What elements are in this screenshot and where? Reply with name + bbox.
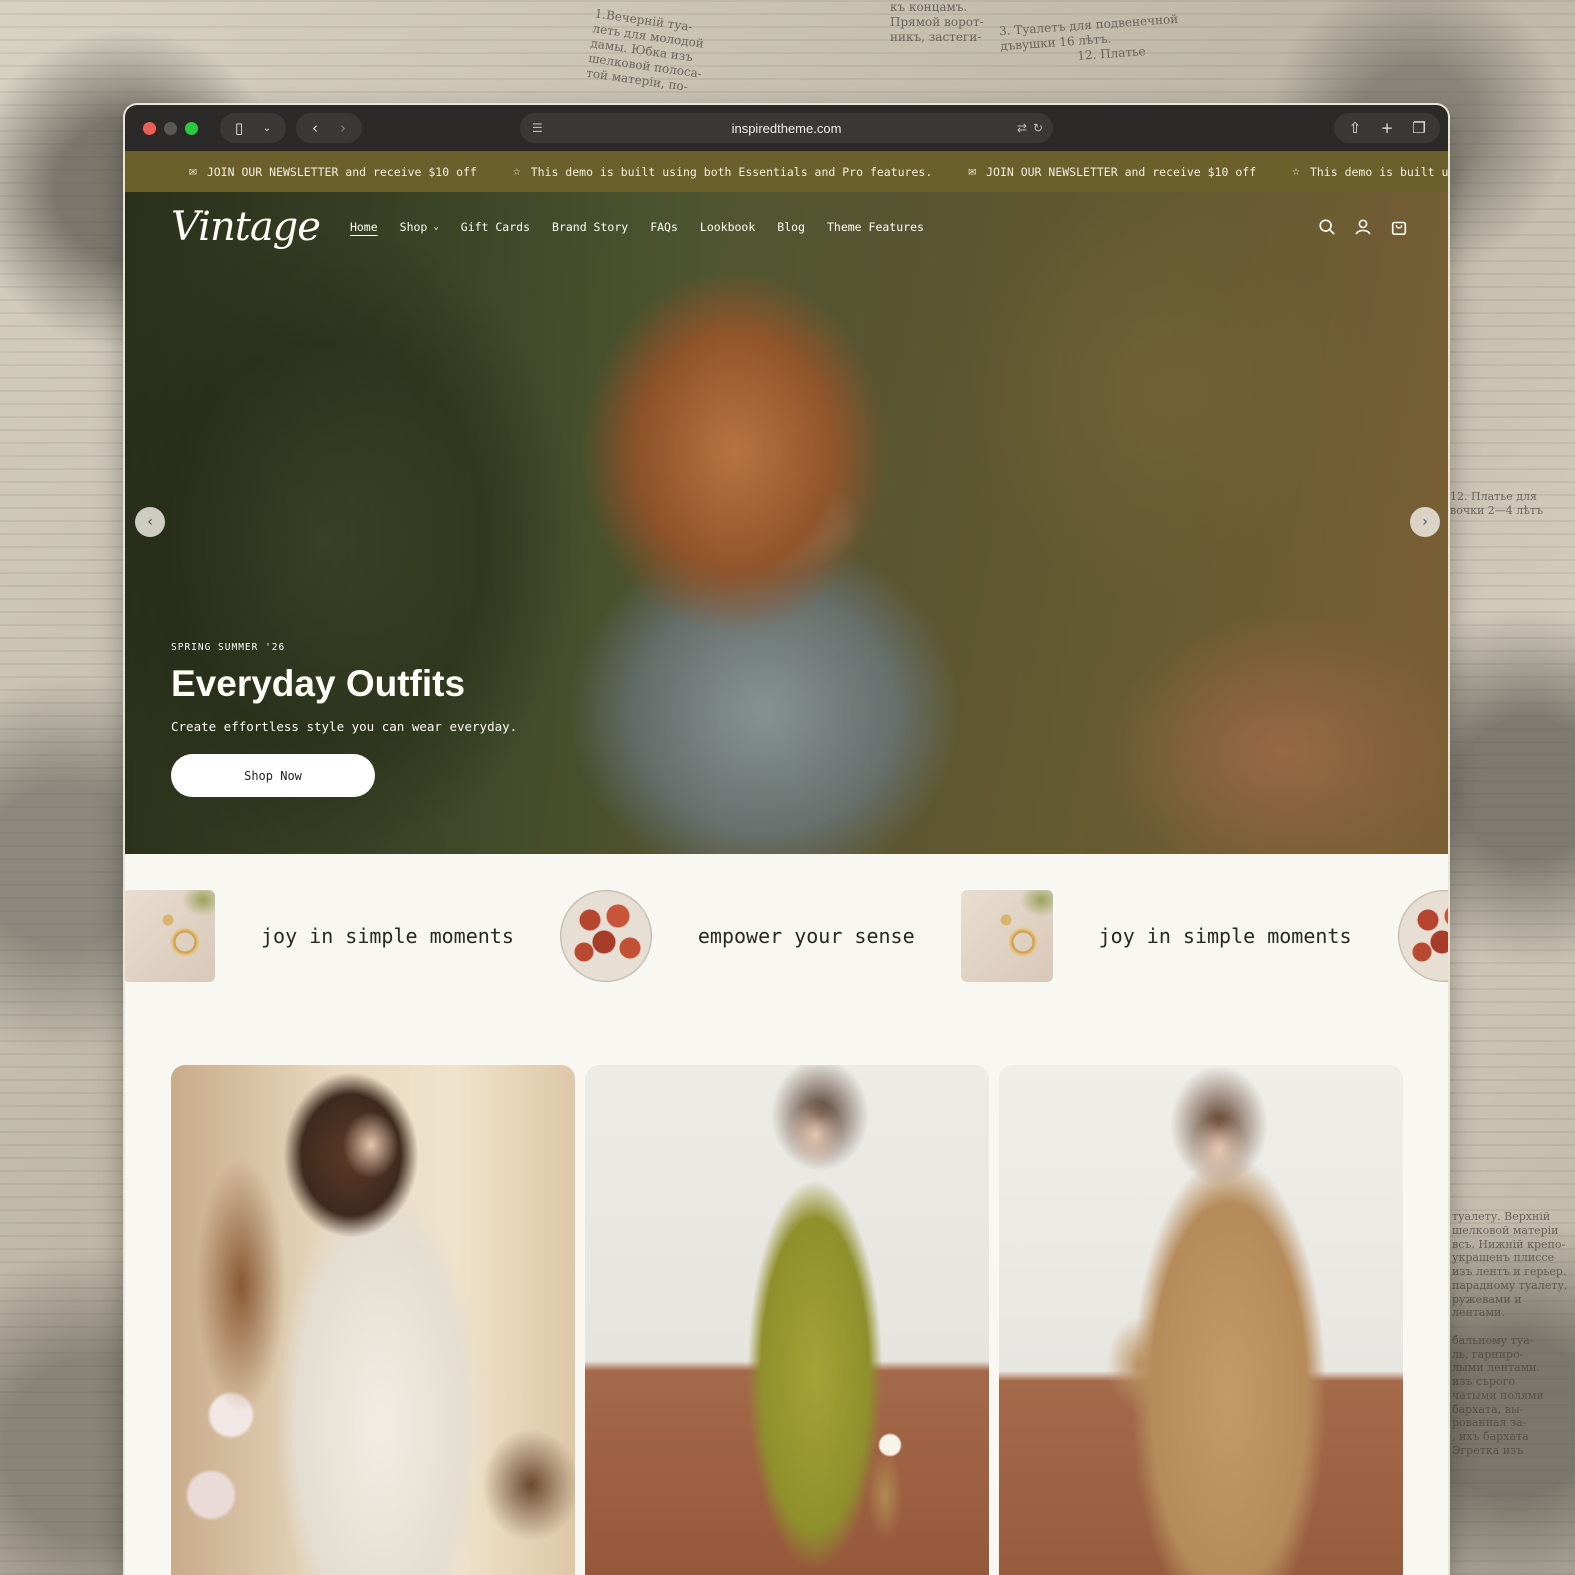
browser-actions-group: ⇧ + ❐	[1334, 113, 1440, 143]
tan-dress-image[interactable]	[999, 1065, 1403, 1575]
hero-subtitle: Create effortless style you can wear eve…	[171, 719, 518, 734]
mail-icon: ✉	[189, 164, 197, 179]
account-icon[interactable]	[1354, 218, 1372, 236]
shop-now-button[interactable]: Shop Now	[171, 754, 375, 797]
announcement-text: This demo is built using both Essentials…	[530, 164, 933, 179]
marquee-text: joy in simple moments	[261, 924, 514, 948]
announcement-text: JOIN OUR NEWSLETTER and receive $10 off	[986, 164, 1257, 179]
minimize-window-button[interactable]	[164, 121, 177, 135]
reload-icon[interactable]: ↻	[1033, 121, 1043, 135]
history-nav-group: ‹ ›	[296, 113, 362, 143]
menu-item-blog[interactable]: Blog	[777, 220, 805, 234]
hero-banner: Vintage Home Shop ⌄ Gift Cards Brand Stor…	[125, 192, 1448, 854]
announcement-bar: ✉ JOIN OUR NEWSLETTER and receive $10 of…	[125, 151, 1448, 192]
browser-window: ▯ ⌄ ‹ › ☰ inspiredtheme.com ⇄ ↻ ⇧ + ❐ ✉ …	[125, 105, 1448, 1575]
translate-icon[interactable]: ⇄	[1017, 121, 1027, 135]
menu-item-faqs[interactable]: FAQs	[650, 220, 678, 234]
close-window-button[interactable]	[143, 121, 156, 135]
sidebar-toggle-group: ▯ ⌄	[220, 113, 286, 143]
main-menu: Home Shop ⌄ Gift Cards Brand Story FAQs L…	[350, 220, 924, 234]
marquee-text: empower your sense	[697, 924, 915, 948]
search-icon[interactable]	[1318, 218, 1336, 236]
new-tab-icon[interactable]: +	[1376, 119, 1398, 137]
sidebar-icon[interactable]: ▯	[228, 119, 250, 137]
share-icon[interactable]: ⇧	[1344, 119, 1366, 137]
tab-overview-icon[interactable]: ❐	[1408, 119, 1430, 137]
marquee-text: joy in simple moments	[1098, 924, 1352, 948]
hero-title: Everyday Outfits	[171, 663, 466, 704]
marquee-track: joy in simple moments empower your sense…	[125, 890, 1448, 982]
site-header: Vintage Home Shop ⌄ Gift Cards Brand Stor…	[125, 192, 1448, 262]
forward-icon[interactable]: ›	[332, 119, 354, 137]
menu-item-shop[interactable]: Shop ⌄	[400, 220, 439, 234]
jewelry-image	[125, 890, 215, 982]
chevron-down-icon: ⌄	[433, 222, 439, 232]
announcement-item[interactable]: ✉ JOIN OUR NEWSLETTER and receive $10 of…	[189, 164, 477, 179]
jewelry-image	[960, 890, 1053, 982]
chevron-right-icon: ›	[1422, 514, 1428, 530]
browser-toolbar: ▯ ⌄ ‹ › ☰ inspiredtheme.com ⇄ ↻ ⇧ + ❐	[125, 105, 1448, 151]
figs-image	[1397, 890, 1448, 982]
green-dress-image[interactable]	[585, 1065, 989, 1575]
slide-next-button[interactable]: ›	[1410, 507, 1440, 537]
url-text: inspiredtheme.com	[731, 120, 842, 136]
announcement-item[interactable]: ☆ This demo is built using both Essentia…	[513, 164, 932, 179]
hero-content: SPRING SUMMER '26 Everyday Outfits Creat…	[171, 642, 517, 797]
white-dress-image[interactable]	[171, 1065, 575, 1575]
page-settings-icon[interactable]: ☰	[532, 121, 543, 135]
header-icons	[1318, 218, 1408, 236]
chevron-down-icon[interactable]: ⌄	[256, 123, 278, 134]
star-icon: ☆	[512, 164, 521, 179]
figs-image	[559, 890, 652, 982]
address-bar[interactable]: ☰ inspiredtheme.com ⇄ ↻	[520, 113, 1053, 143]
menu-item-brand-story[interactable]: Brand Story	[552, 220, 628, 234]
menu-item-home[interactable]: Home	[350, 220, 378, 234]
background-print-text: 12. Платье для вочки 2—4 лѣтъ	[1450, 490, 1543, 517]
cart-icon[interactable]	[1390, 218, 1408, 236]
maximize-window-button[interactable]	[185, 121, 198, 135]
window-controls	[143, 121, 198, 135]
mail-icon: ✉	[968, 164, 977, 179]
menu-item-theme-features[interactable]: Theme Features	[827, 220, 924, 234]
announcement-text: This demo is built using both Essentials…	[1309, 164, 1448, 179]
product-grid	[171, 1065, 1403, 1575]
menu-item-lookbook[interactable]: Lookbook	[700, 220, 755, 234]
announcement-item[interactable]: ☆ This demo is built using both Essentia…	[1292, 164, 1448, 179]
site-logo[interactable]: Vintage	[171, 204, 321, 250]
background-print-text: къ концамъ. Прямой ворот-никъ, застеги-	[890, 0, 984, 44]
scrolling-marquee: joy in simple moments empower your sense…	[125, 854, 1448, 1064]
background-print-text: 1.Вечерній туа-леть для молодой дамы. Юбк…	[585, 6, 705, 94]
chevron-left-icon: ‹	[147, 514, 153, 530]
slide-prev-button[interactable]: ‹	[135, 507, 165, 537]
back-icon[interactable]: ‹	[304, 119, 326, 137]
announcement-item[interactable]: ✉ JOIN OUR NEWSLETTER and receive $10 of…	[968, 164, 1256, 179]
background-print-text: туалету. Верхній шелковой матеріи всъ. Ниж…	[1452, 1210, 1568, 1457]
menu-item-gift-cards[interactable]: Gift Cards	[461, 220, 530, 234]
announcement-text: JOIN OUR NEWSLETTER and receive $10 off	[206, 164, 477, 179]
hero-eyebrow: SPRING SUMMER '26	[171, 642, 286, 653]
star-icon: ☆	[1292, 164, 1300, 179]
